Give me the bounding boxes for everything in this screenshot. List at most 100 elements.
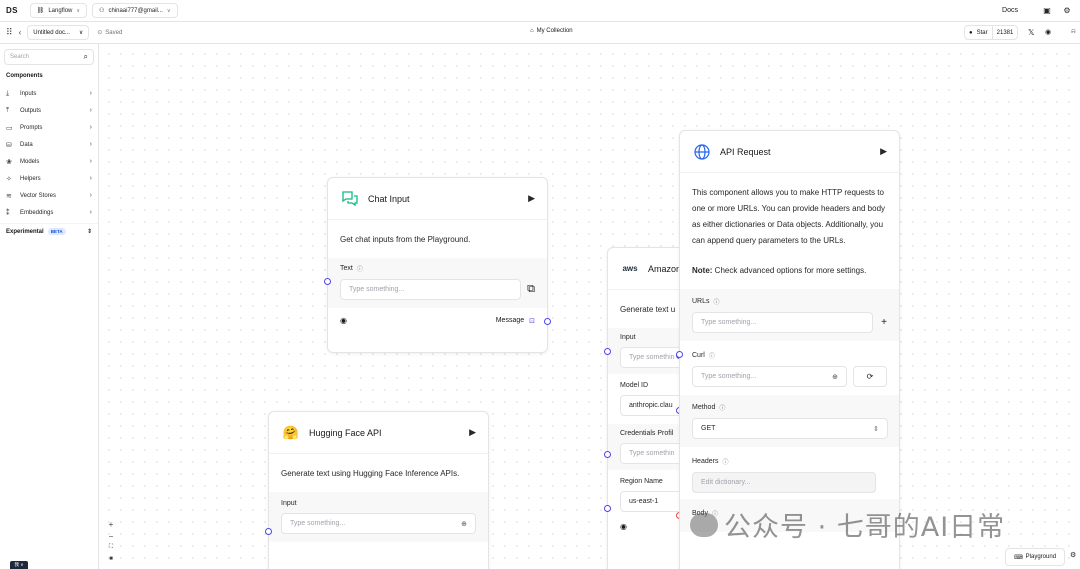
aws-icon: aws xyxy=(622,264,638,273)
grid-menu-icon[interactable]: ⠿ xyxy=(6,27,13,38)
download-icon: ⤓ xyxy=(6,89,10,97)
play-icon[interactable]: ▶ xyxy=(469,427,476,438)
region-value: us-east-1 xyxy=(629,498,659,505)
components-header: Components xyxy=(6,73,43,79)
credentials-placeholder: Type somethin xyxy=(629,450,675,457)
sidebar-item-label: Outputs xyxy=(20,107,42,114)
beta-badge: BETA xyxy=(47,228,66,235)
api-urls-port[interactable] xyxy=(676,351,683,358)
play-icon[interactable]: ▶ xyxy=(528,193,535,204)
sidebar-item-label: Data xyxy=(20,141,33,148)
experimental-label: Experimental xyxy=(6,228,44,235)
hugging-face-node[interactable]: 🤗 Hugging Face API ▶ Generate text using… xyxy=(268,411,489,569)
amazon-cred-port[interactable] xyxy=(604,451,611,458)
headers-input[interactable]: Edit dictionary... xyxy=(692,472,876,493)
x-twitter-icon[interactable]: 𝕏 xyxy=(1028,28,1034,37)
sidebar-item-helpers[interactable]: ✧ Helpers › xyxy=(0,170,98,187)
fit-view-icon[interactable]: ⛶ xyxy=(106,544,116,555)
model-id-value: anthropic.clau xyxy=(629,402,673,409)
user-chip[interactable]: 我 ∨ xyxy=(10,561,28,569)
playground-button[interactable]: ⌨ Playground xyxy=(1005,548,1066,566)
star-count: 21381 xyxy=(991,26,1018,39)
chevron-right-icon: › xyxy=(89,175,92,182)
github-star-button[interactable]: ● Star 21381 xyxy=(964,25,1019,40)
playground-label: Playground xyxy=(1025,554,1057,560)
sidebar-item-data[interactable]: ⛁ Data › xyxy=(0,136,98,153)
flow-name-dropdown[interactable]: Untitled doc... ∨ xyxy=(27,25,90,40)
app-logo[interactable]: DS xyxy=(6,6,18,15)
zoom-out-icon[interactable]: − xyxy=(106,532,116,543)
eye-icon[interactable]: ◉ xyxy=(620,522,627,531)
region-label: Region Name xyxy=(620,478,663,485)
api-request-node[interactable]: API Request ▶ This component allows you … xyxy=(679,130,900,569)
chat-input-message-port[interactable] xyxy=(544,318,551,325)
terminal-icon: ▭ xyxy=(6,124,13,132)
user-icon: ⚇ xyxy=(99,8,105,14)
plus-icon[interactable]: + xyxy=(881,317,887,328)
sidebar-item-prompts[interactable]: ▭ Prompts › xyxy=(0,119,98,136)
globe-icon[interactable]: ⊕ xyxy=(461,520,467,528)
sidebar-item-models[interactable]: ❀ Models › xyxy=(0,153,98,170)
settings-icon[interactable]: ⚙ xyxy=(1060,4,1074,18)
globe-icon xyxy=(692,142,712,162)
sidebar-item-inputs[interactable]: ⤓ Inputs › xyxy=(0,85,98,102)
refresh-button[interactable]: ⟳ xyxy=(853,366,887,387)
scan-icon[interactable]: ⊡ xyxy=(529,317,535,325)
text-input[interactable]: Type something... xyxy=(340,279,522,300)
input-field[interactable]: Type something... ⊕ xyxy=(281,513,476,534)
layers-icon: ≋ xyxy=(6,192,12,200)
node-description: This component allows you to make HTTP r… xyxy=(692,188,886,245)
sidebar-item-embeddings[interactable]: ⁑ Embeddings › xyxy=(0,204,98,221)
account-selector[interactable]: ⚇ chinaai777@gmail... ∨ xyxy=(92,3,178,18)
chevron-right-icon: › xyxy=(89,209,92,216)
external-link-icon[interactable]: ⧉ xyxy=(527,283,535,296)
chat-input-text-port[interactable] xyxy=(324,278,331,285)
components-sidebar: Search ⌕ Components ⤓ Inputs › ⤒ Outputs › ▭ Pr… xyxy=(0,44,99,569)
node-title: API Request xyxy=(720,146,771,157)
chevron-down-icon: ∨ xyxy=(76,7,81,14)
store-icon[interactable]: ▣ xyxy=(1040,4,1054,18)
wechat-icon xyxy=(690,512,718,537)
curl-input[interactable]: Type something... ⊕ xyxy=(692,366,847,387)
search-icon: ⌕ xyxy=(83,52,88,61)
bell-icon[interactable]: ⍾ xyxy=(1071,28,1076,36)
workspace-selector[interactable]: ⛓ Langflow ∨ xyxy=(29,3,88,18)
discord-icon[interactable]: ◉ xyxy=(1045,28,1051,36)
note-bold: Note: xyxy=(692,266,713,275)
chevron-right-icon: › xyxy=(89,124,92,131)
star-label: Star xyxy=(976,29,988,36)
sidebar-item-label: Inputs xyxy=(20,90,37,97)
settings-icon[interactable]: ⚙ xyxy=(1070,551,1076,559)
flow-canvas[interactable] xyxy=(99,44,1080,569)
method-select[interactable]: GET ⇕ xyxy=(692,418,888,439)
chat-icon xyxy=(340,189,360,209)
chevron-down-icon: ∨ xyxy=(78,30,84,36)
chevron-right-icon: › xyxy=(89,158,92,165)
play-icon[interactable]: ▶ xyxy=(880,146,887,157)
globe-icon[interactable]: ⊕ xyxy=(832,373,838,381)
output-label: Message xyxy=(495,317,525,324)
search-input[interactable]: Search ⌕ xyxy=(4,49,94,65)
hf-input-port[interactable] xyxy=(265,528,272,535)
sidebar-item-outputs[interactable]: ⤒ Outputs › xyxy=(0,102,98,119)
urls-input[interactable]: Type something... xyxy=(692,312,874,333)
zoom-in-icon[interactable]: + xyxy=(106,520,116,531)
lock-icon[interactable]: ■ xyxy=(106,556,116,567)
method-value: GET xyxy=(701,425,716,432)
amazon-region-left-port[interactable] xyxy=(604,505,611,512)
experimental-section[interactable]: Experimental BETA ⇕ xyxy=(0,223,98,239)
sidebar-item-vector-stores[interactable]: ≋ Vector Stores › xyxy=(0,187,98,204)
collection-breadcrumb[interactable]: ⌂ My Collection xyxy=(530,28,573,34)
urls-placeholder: Type something... xyxy=(701,319,757,326)
database-icon: ⛁ xyxy=(6,141,12,149)
flow-toolbar: ⠿ ‹ Untitled doc... ∨ ⊙ Saved ⌂ My Colle… xyxy=(0,22,1080,44)
docs-link[interactable]: Docs xyxy=(1002,7,1018,14)
amazon-input-port[interactable] xyxy=(604,348,611,355)
curl-placeholder: Type something... xyxy=(701,373,757,380)
headers-label: Headers xyxy=(692,458,719,465)
node-description: Get chat inputs from the Playground. xyxy=(340,235,471,244)
chat-input-node[interactable]: Chat Input ▶ Get chat inputs from the Pl… xyxy=(327,177,548,353)
back-chevron-icon[interactable]: ‹ xyxy=(19,28,22,37)
watermark: 公众号 · 七哥的AI日常 xyxy=(690,505,1005,544)
eye-icon[interactable]: ◉ xyxy=(340,316,347,325)
